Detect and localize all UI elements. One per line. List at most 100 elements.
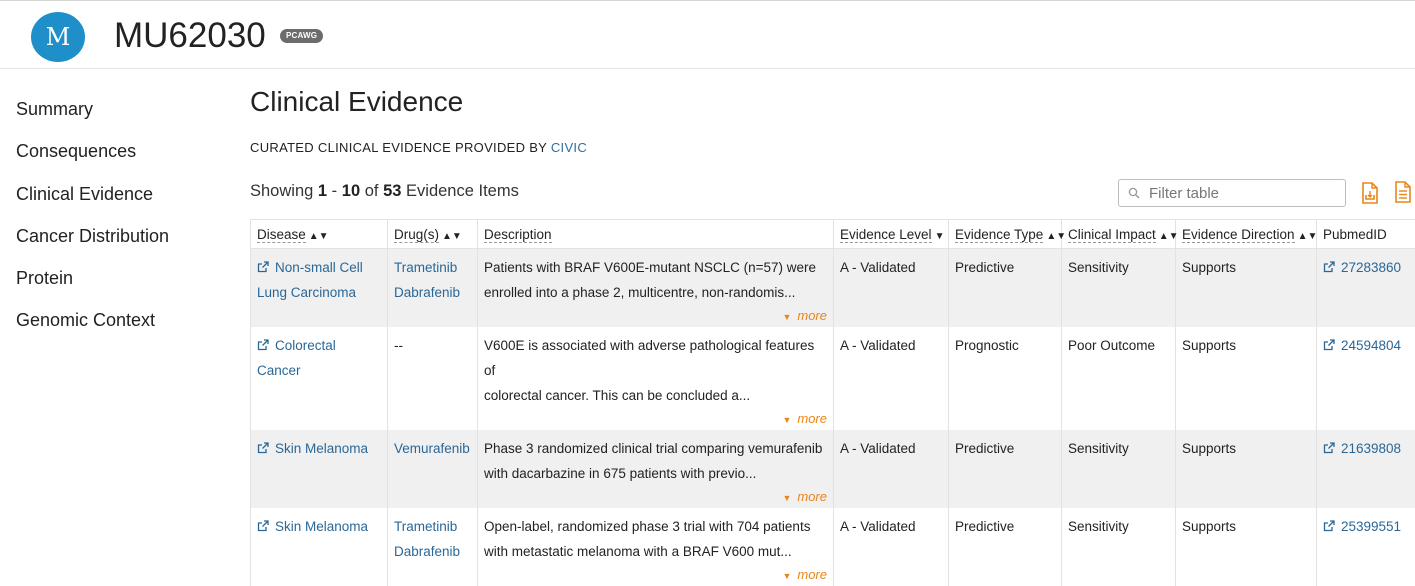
table-row: Skin Melanoma Vemurafenib Phase 3 random…: [251, 430, 1415, 508]
evidence-level-cell: A - Validated: [834, 249, 949, 328]
description-cell: V600E is associated with adverse patholo…: [478, 327, 834, 430]
section-subtitle: CURATED CLINICAL EVIDENCE PROVIDED BY CI…: [250, 140, 587, 155]
filter-box[interactable]: [1118, 179, 1346, 207]
more-toggle[interactable]: ▼more: [484, 487, 828, 508]
column-header-evidence-type[interactable]: Evidence Type▲▼: [949, 220, 1062, 249]
caret-down-icon: ▼: [782, 493, 791, 503]
disease-link[interactable]: Non-small CellLung Carcinoma: [257, 260, 363, 300]
document-icon[interactable]: [1394, 181, 1412, 203]
column-header-clinical-impact[interactable]: Clinical Impact▲▼: [1062, 220, 1176, 249]
disease-link[interactable]: ColorectalCancer: [257, 338, 336, 378]
evidence-level-cell: A - Validated: [834, 508, 949, 586]
clinical-impact-cell: Poor Outcome: [1062, 327, 1176, 430]
column-header-description: Description: [478, 220, 834, 249]
external-link-icon: [1323, 261, 1335, 273]
disease-link[interactable]: Skin Melanoma: [257, 519, 368, 534]
sidebar-item-cancer-distribution[interactable]: Cancer Distribution: [16, 222, 169, 264]
pubmed-link[interactable]: 27283860: [1323, 260, 1401, 275]
evidence-type-cell: Predictive: [949, 249, 1062, 328]
pubmed-link[interactable]: 25399551: [1323, 519, 1401, 534]
sort-icon: ▲▼: [1159, 231, 1179, 242]
pubmed-link[interactable]: 21639808: [1323, 441, 1401, 456]
column-header-evidence-level[interactable]: Evidence Level▼: [834, 220, 949, 249]
column-header-disease[interactable]: Disease▲▼: [251, 220, 388, 249]
sidebar-item-summary[interactable]: Summary: [16, 95, 169, 137]
column-header-evidence-direction[interactable]: Evidence Direction▲▼: [1176, 220, 1317, 249]
column-header-pubmedid: PubmedID: [1317, 220, 1415, 249]
pubmed-cell: 21639808: [1317, 430, 1415, 508]
external-link-icon: [257, 261, 269, 273]
sort-icon: ▲▼: [1046, 231, 1066, 242]
evidence-direction-cell: Supports: [1176, 249, 1317, 328]
evidence-type-cell: Predictive: [949, 508, 1062, 586]
table-row: Skin Melanoma Trametinib Dabrafenib Open…: [251, 508, 1415, 586]
evidence-direction-cell: Supports: [1176, 327, 1317, 430]
drugs-cell: Trametinib Dabrafenib: [388, 508, 478, 586]
table-row: Non-small CellLung Carcinoma Trametinib …: [251, 249, 1415, 328]
drugs-cell: Trametinib Dabrafenib: [388, 249, 478, 328]
showing-to: 10: [342, 182, 360, 200]
pubmed-cell: 27283860: [1317, 249, 1415, 328]
page-header: M MU62030 PCAWG: [0, 0, 1415, 69]
evidence-type-cell: Predictive: [949, 430, 1062, 508]
more-toggle[interactable]: ▼more: [484, 409, 828, 430]
disease-link[interactable]: Skin Melanoma: [257, 441, 368, 456]
disease-cell: Skin Melanoma: [251, 508, 388, 586]
page-title: MU62030: [114, 15, 266, 57]
external-link-icon: [1323, 442, 1335, 454]
sort-icon: ▲▼: [442, 231, 462, 242]
showing-dash: -: [332, 182, 338, 200]
pubmed-link[interactable]: 24594804: [1323, 338, 1401, 353]
status-badge: PCAWG: [280, 29, 323, 43]
showing-of: of: [365, 182, 379, 200]
avatar: M: [31, 12, 85, 62]
subtitle-text: CURATED CLINICAL EVIDENCE PROVIDED BY: [250, 140, 547, 155]
disease-cell: ColorectalCancer: [251, 327, 388, 430]
sidebar-item-genomic-context[interactable]: Genomic Context: [16, 306, 169, 348]
evidence-direction-cell: Supports: [1176, 508, 1317, 586]
disease-cell: Skin Melanoma: [251, 430, 388, 508]
showing-label: Showing: [250, 182, 313, 200]
showing-from: 1: [318, 182, 327, 200]
drugs-cell: --: [388, 327, 478, 430]
external-link-icon: [257, 339, 269, 351]
caret-down-icon: ▼: [782, 312, 791, 322]
disease-cell: Non-small CellLung Carcinoma: [251, 249, 388, 328]
caret-down-icon: ▼: [782, 571, 791, 581]
external-link-icon: [257, 520, 269, 532]
description-cell: Patients with BRAF V600E-mutant NSCLC (n…: [478, 249, 834, 328]
column-header-drugs[interactable]: Drug(s)▲▼: [388, 220, 478, 249]
download-tsv-icon[interactable]: [1361, 182, 1379, 204]
evidence-type-cell: Prognostic: [949, 327, 1062, 430]
drug-link[interactable]: Trametinib: [394, 519, 457, 534]
more-toggle[interactable]: ▼more: [484, 565, 828, 586]
civic-link[interactable]: CIVIC: [551, 140, 587, 155]
filter-input[interactable]: [1149, 183, 1339, 203]
pubmed-cell: 24594804: [1317, 327, 1415, 430]
description-cell: Phase 3 randomized clinical trial compar…: [478, 430, 834, 508]
clinical-impact-cell: Sensitivity: [1062, 508, 1176, 586]
sort-icon: ▲▼: [309, 231, 329, 242]
drug-link[interactable]: Dabrafenib: [394, 544, 460, 559]
drug-empty: --: [394, 338, 403, 353]
showing-total: 53: [383, 182, 401, 200]
sort-icon: ▲▼: [1298, 231, 1318, 242]
external-link-icon: [257, 442, 269, 454]
sidebar-item-clinical-evidence[interactable]: Clinical Evidence: [16, 180, 169, 222]
table-header-row: Disease▲▼ Drug(s)▲▼ Description Evidence…: [251, 220, 1415, 249]
sidebar-item-protein[interactable]: Protein: [16, 264, 169, 306]
more-toggle[interactable]: ▼more: [484, 306, 828, 327]
search-icon: [1128, 187, 1140, 199]
evidence-level-cell: A - Validated: [834, 430, 949, 508]
table-row: ColorectalCancer -- V600E is associated …: [251, 327, 1415, 430]
drug-link[interactable]: Vemurafenib: [394, 441, 470, 456]
drug-link[interactable]: Trametinib: [394, 260, 457, 275]
external-link-icon: [1323, 520, 1335, 532]
clinical-impact-cell: Sensitivity: [1062, 249, 1176, 328]
caret-down-icon: ▼: [782, 415, 791, 425]
evidence-level-cell: A - Validated: [834, 327, 949, 430]
section-title: Clinical Evidence: [250, 86, 463, 118]
pubmed-cell: 25399551: [1317, 508, 1415, 586]
drug-link[interactable]: Dabrafenib: [394, 285, 460, 300]
sidebar-item-consequences[interactable]: Consequences: [16, 137, 169, 179]
